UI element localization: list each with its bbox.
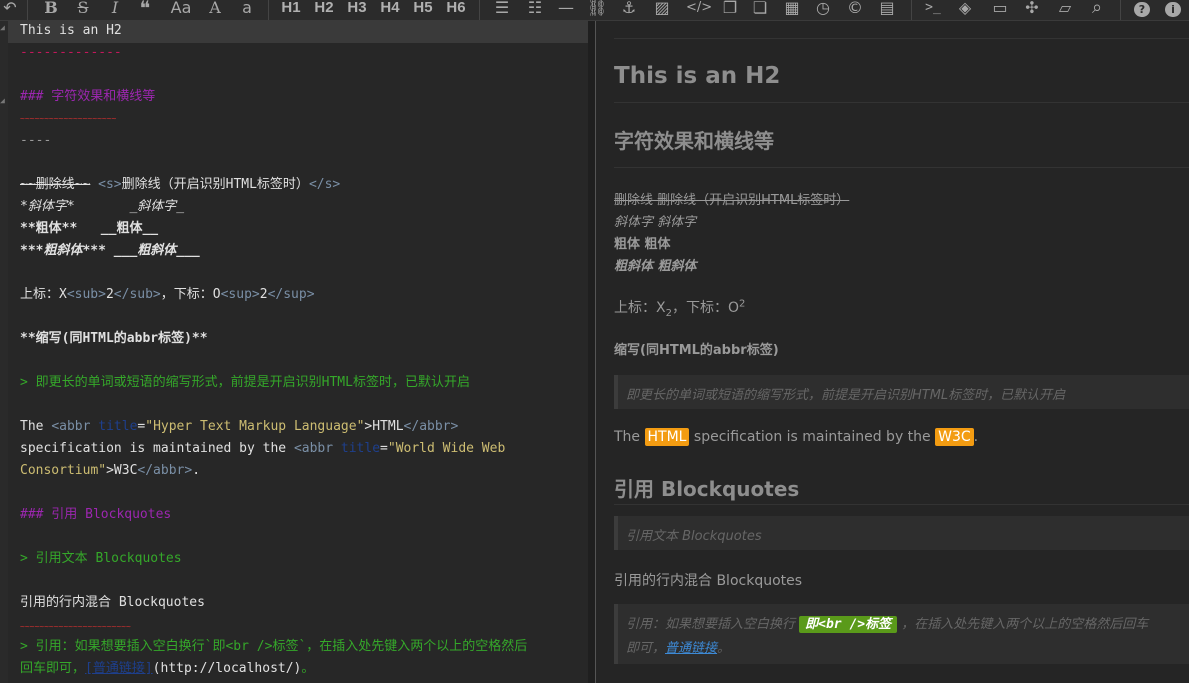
abbr-w3c[interactable]: W3C [935,428,974,446]
list-ol-icon[interactable]: ☷ [525,0,545,20]
anchor-icon[interactable]: ⚓ [619,0,639,20]
markdown-preview: This is an H2 字符效果和横线等 删除线 删除线（开启识别HTML标… [596,21,1189,683]
preview-strikethrough: 删除线 删除线（开启识别HTML标签时） [614,193,850,208]
quote-icon[interactable]: ❝ [136,0,154,20]
editor-line: The <abbr title="Hyper Text Markup Langu… [20,419,459,434]
goto-line-icon[interactable]: >_ [922,0,944,20]
strikethrough-icon[interactable]: S [74,0,92,20]
preview-h3: 字符效果和横线等 [614,129,774,153]
editor-line: ~~删除线~~ <s>删除线（开启识别HTML标签时）</s> [20,177,341,192]
emoji-icon[interactable]: © [845,0,865,20]
toolbar-separator [27,0,28,20]
editor-line: > 引用文本 Blockquotes [20,551,182,566]
pane-divider[interactable] [588,21,596,683]
divider [614,102,1189,103]
link-icon[interactable]: ⛓ [587,0,607,20]
preview-h2: This is an H2 [614,63,781,89]
clear-icon[interactable]: ▱ [1055,0,1075,20]
search-icon[interactable]: ⌕ [1087,0,1107,20]
image-icon[interactable]: ▨ [652,0,672,20]
undo-icon[interactable]: ↶ [2,0,18,20]
editor-line: **粗体** __粗体__ [20,221,159,236]
editor-line: specification is maintained by the <abbr… [20,441,506,456]
italic-icon[interactable]: I [106,0,124,20]
table-icon[interactable]: ▦ [782,0,802,20]
h6-button[interactable]: H6 [444,0,468,20]
editor-line: ---- [20,133,52,148]
h5-button[interactable]: H5 [411,0,435,20]
preview-h3: 引用 Blockquotes [614,477,800,501]
toolbar: ↶ B S I ❝ Aa A a H1 H2 H3 H4 H5 H6 ☰ ☷ —… [0,0,1189,21]
editor-line: ***粗斜体*** ___粗斜体___ [20,243,200,258]
toolbar-separator [911,0,912,20]
html-entities-icon[interactable]: ▤ [877,0,897,20]
preview-bold-italic: 粗斜体 粗斜体 [614,259,697,274]
editor-line: This is an H2 [20,23,122,38]
abbr-html[interactable]: HTML [644,428,690,446]
hr-icon[interactable]: — [556,0,576,20]
code-block-icon[interactable]: ❏ [750,0,770,20]
editor-line: **缩写(同HTML的abbr标签)** [20,331,208,346]
preview-abbr-heading: 缩写(同HTML的abbr标签) [614,343,779,358]
h1-button[interactable]: H1 [279,0,303,20]
uppercase-icon[interactable]: A [206,0,224,20]
editor-line: *斜体字* _斜体字_ [20,199,185,214]
editor-link[interactable]: [普通链接] [85,661,153,676]
preview-link[interactable]: 普通链接 [665,641,717,656]
lowercase-icon[interactable]: a [238,0,256,20]
list-ul-icon[interactable]: ☰ [492,0,512,20]
preview-icon[interactable]: ▭ [989,0,1011,20]
editor-line: ------------- [20,45,122,60]
editor-line: > 即更长的单词或短语的缩写形式，前提是开启识别HTML标签时，已默认开启 [20,375,470,390]
fold-marker-icon[interactable]: ◢ [0,96,5,105]
h2-button[interactable]: H2 [312,0,336,20]
divider [614,167,1189,168]
preview-blockquote: 即更长的单词或短语的缩写形式，前提是开启识别HTML标签时，已默认开启 [614,375,1189,409]
aa-icon[interactable]: Aa [168,0,194,20]
inline-code: 即<br />标签 [799,616,898,633]
editor-line: Consortium">W3C</abbr>. [20,463,201,478]
toolbar-separator [479,0,480,20]
divider [614,38,1189,39]
preview-sub-sup: 上标：X2，下标：O2 [614,298,746,319]
preview-italic: 斜体字 斜体字 [614,215,697,230]
preformatted-icon[interactable]: ❐ [720,0,740,20]
markdown-editor[interactable]: ◢ ◢ This is an H2 ------------- ### 字符效果… [0,21,588,683]
datetime-icon[interactable]: ◷ [813,0,833,20]
h4-button[interactable]: H4 [378,0,402,20]
h3-button[interactable]: H3 [345,0,369,20]
help-icon[interactable]: ? [1134,2,1150,17]
preview-abbr-paragraph: The HTML specification is maintained by … [614,428,979,446]
editor-line: 回车即可，[普通链接](http://localhost/)。 [20,661,315,676]
editor-line: ### 字符效果和横线等 [20,89,156,104]
bold-icon[interactable]: B [42,0,60,20]
watch-icon[interactable]: ◈ [955,0,975,20]
preview-paragraph: 引用的行内混合 Blockquotes [614,573,803,589]
editor-line: 上标：X<sub>2</sub>，下标：O<sup>2</sup> [20,287,315,302]
code-icon[interactable]: </> [686,0,712,20]
editor-line: > 引用：如果想要插入空白换行`即<br />标签`，在插入处先键入两个以上的空… [20,639,528,654]
fullscreen-icon[interactable]: ✣ [1022,0,1042,20]
editor-gutter [0,21,8,683]
preview-bold: 粗体 粗体 [614,237,671,252]
info-icon[interactable]: i [1165,2,1181,17]
editor-line: 引用的行内混合 Blockquotes [20,595,205,610]
divider [614,504,1189,505]
preview-blockquote: 引用：如果想要插入空白换行 即<br />标签 ，在插入处先键入两个以上的空格然… [614,604,1189,664]
toolbar-separator [1120,0,1121,20]
editor-line: ### 引用 Blockquotes [20,507,172,522]
fold-marker-icon[interactable]: ◢ [0,23,5,32]
toolbar-separator [268,0,269,20]
preview-blockquote: 引用文本 Blockquotes [614,516,1189,550]
